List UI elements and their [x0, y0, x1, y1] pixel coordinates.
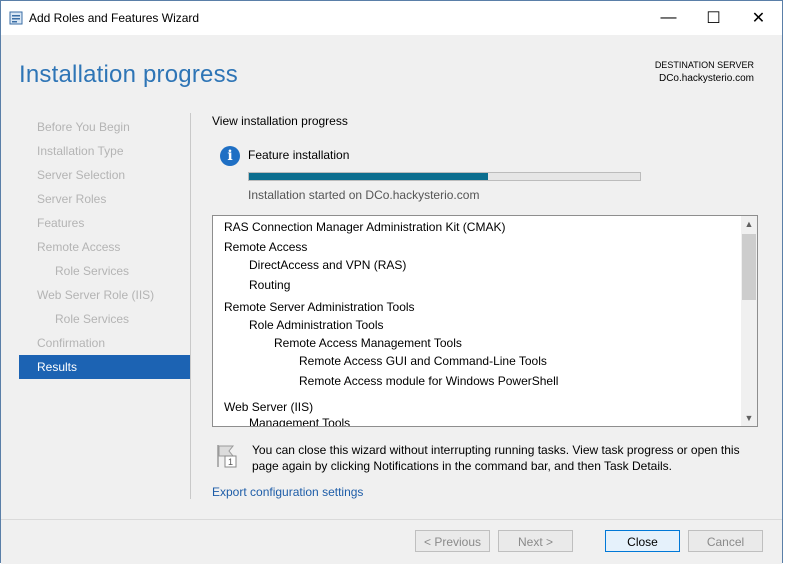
scrollbar-thumb[interactable] [742, 234, 756, 300]
export-configuration-link[interactable]: Export configuration settings [212, 485, 363, 499]
installation-progress-bar [248, 172, 641, 181]
close-button[interactable]: Close [605, 530, 680, 552]
result-item: Web Server (IIS) [224, 400, 314, 414]
result-item: Management Tools [249, 416, 351, 427]
result-item: DirectAccess and VPN (RAS) [249, 258, 407, 272]
cancel-button[interactable]: Cancel [688, 530, 763, 552]
result-item: Remote Access module for Windows PowerSh… [299, 374, 559, 388]
minimize-icon: — [660, 9, 677, 26]
nav-step-features[interactable]: Features [19, 211, 191, 235]
next-button[interactable]: Next > [498, 530, 573, 552]
nav-step-before-you-begin[interactable]: Before You Begin [19, 115, 191, 139]
installation-started-text: Installation started on DCo.hackysterio.… [248, 188, 480, 202]
result-item: Remote Server Administration Tools [224, 300, 415, 314]
close-icon: ✕ [751, 10, 766, 27]
info-icon: i [220, 146, 240, 166]
result-item: Remote Access Management Tools [274, 336, 462, 350]
nav-step-role-services[interactable]: Role Services [19, 259, 191, 283]
feature-installation-label: Feature installation [248, 148, 350, 162]
nav-step-server-roles[interactable]: Server Roles [19, 187, 191, 211]
nav-step-installation-type[interactable]: Installation Type [19, 139, 191, 163]
window-title: Add Roles and Features Wizard [29, 11, 200, 25]
minimize-button[interactable]: — [646, 1, 691, 35]
result-item: Remote Access [224, 240, 308, 254]
server-manager-icon [9, 11, 23, 25]
nav-step-server-selection[interactable]: Server Selection [19, 163, 191, 187]
nav-step-remote-access[interactable]: Remote Access [19, 235, 191, 259]
result-item: RAS Connection Manager Administration Ki… [224, 220, 506, 234]
scroll-up-arrow-icon[interactable]: ▲ [741, 216, 757, 232]
result-item: Routing [249, 278, 291, 292]
nav-step-confirmation[interactable]: Confirmation [19, 331, 191, 355]
result-item: Role Administration Tools [249, 318, 384, 332]
scroll-down-arrow-icon[interactable]: ▼ [741, 410, 757, 426]
results-scrollbar[interactable]: ▲ ▼ [741, 216, 757, 426]
maximize-button[interactable]: ☐ [691, 1, 736, 35]
close-window-button[interactable]: ✕ [736, 1, 781, 35]
wizard-header: Installation progress DESTINATION SERVER… [1, 35, 782, 101]
nav-step-results[interactable]: Results [19, 355, 191, 379]
notification-count-badge: 1 [228, 457, 233, 467]
wizard-window: Add Roles and Features Wizard — ☐ ✕ Inst… [0, 0, 783, 564]
view-progress-label: View installation progress [212, 114, 348, 128]
result-item: Remote Access GUI and Command-Line Tools [299, 354, 547, 368]
nav-divider [190, 113, 191, 499]
page-title: Installation progress [19, 61, 238, 88]
maximize-icon: ☐ [706, 10, 721, 27]
wizard-steps-nav: Before You Begin Installation Type Server … [19, 115, 191, 379]
previous-button[interactable]: < Previous [415, 530, 490, 552]
nav-step-web-server-role-iis[interactable]: Web Server Role (IIS) [19, 283, 191, 307]
progress-bar-fill [249, 173, 488, 180]
nav-step-role-services[interactable]: Role Services [19, 307, 191, 331]
destination-server-name: DCo.hackysterio.com [658, 73, 754, 84]
installation-results-list[interactable]: RAS Connection Manager Administration Ki… [212, 215, 758, 427]
notification-flag-icon: 1 [217, 445, 237, 468]
destination-server-label: DESTINATION SERVER [654, 60, 754, 70]
close-wizard-note: You can close this wizard without interr… [252, 443, 740, 473]
title-bar: Add Roles and Features Wizard — ☐ ✕ [1, 1, 782, 35]
